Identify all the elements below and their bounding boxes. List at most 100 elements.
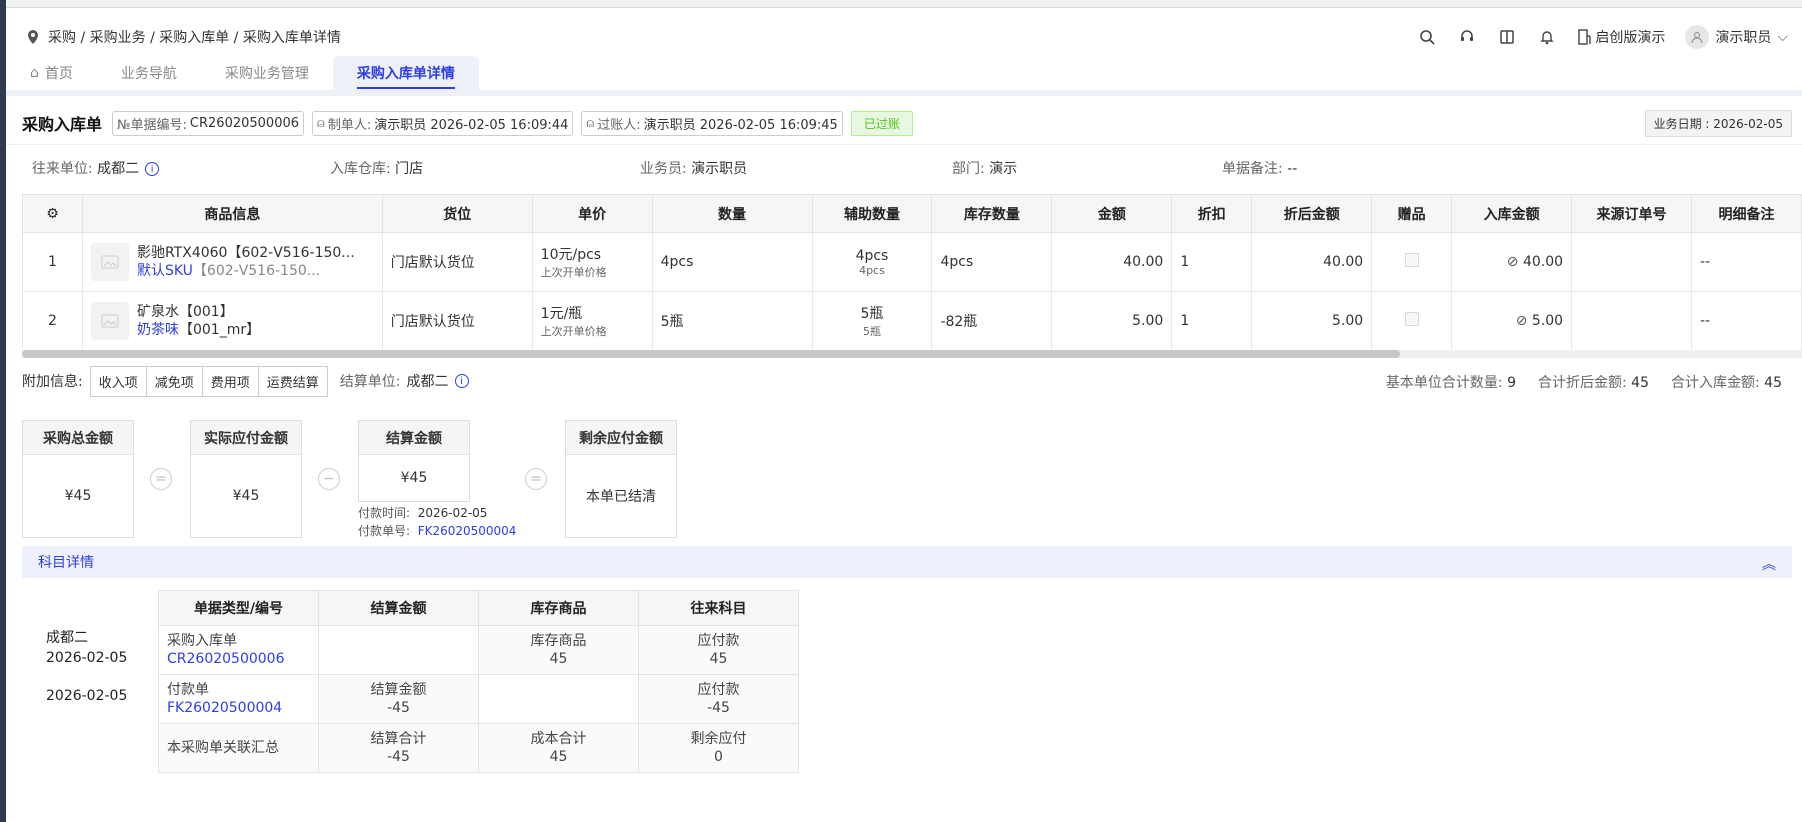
doc-no-link[interactable]: CR26020500006 [167, 650, 318, 668]
search-icon[interactable] [1417, 27, 1437, 47]
discount-cell: 1 [1171, 291, 1253, 351]
book-icon[interactable] [1497, 27, 1517, 47]
purchase-total-card: 采购总金额 ¥45 [22, 420, 134, 538]
browser-strip [0, 0, 1802, 8]
source-order-cell [1571, 291, 1692, 351]
minus-icon: − [318, 468, 340, 490]
eye-off-icon[interactable]: ⊘ [1507, 254, 1519, 270]
info-icon[interactable]: i [454, 374, 469, 388]
company-switcher[interactable]: 启创版演示 [1577, 27, 1665, 47]
bell-icon[interactable] [1537, 27, 1557, 47]
aux-qty-cell: 5瓶 5瓶 [811, 291, 933, 351]
remark-label: 单据备注: [1222, 161, 1283, 177]
discount-item-button[interactable]: 减免项 [145, 365, 203, 397]
gear-icon[interactable]: ⚙ [46, 206, 59, 222]
maker-label: 制单人: [327, 117, 372, 133]
total-in-amount: 合计入库金额: 45 [1671, 372, 1782, 392]
biz-date: 业务日期 : 2026-02-05 [1644, 110, 1792, 137]
payable-card: 实际应付金额 ¥45 [190, 420, 302, 538]
support-icon[interactable] [1457, 27, 1477, 47]
cell-value: -45 [387, 749, 410, 765]
tab-purchase-detail[interactable]: 采购入库单详情 [332, 56, 479, 90]
partner-name: 成都二 [46, 630, 88, 646]
total-value: 9 [1507, 375, 1516, 391]
warehouse-label: 入库仓库: [330, 161, 391, 177]
stock-cell: 成本合计 45 [478, 723, 639, 773]
remark-field: 单据备注: -- [1222, 158, 1297, 178]
gift-checkbox[interactable] [1404, 253, 1419, 267]
col-header: 明细备注 [1690, 194, 1802, 233]
poster-value: 演示职员 2026-02-05 16:09:45 [643, 117, 838, 133]
horizontal-scrollbar[interactable] [22, 350, 1802, 358]
tab-home[interactable]: ⌂ 首页 [6, 56, 97, 90]
status-badge: 已过账 [850, 110, 913, 136]
col-header: 赠品 [1371, 194, 1453, 233]
cell-label: 剩余应付 [690, 731, 747, 747]
remaining-card: 剩余应付金额 本单已结清 [565, 420, 677, 538]
dept-field: 部门: 演示 [952, 158, 1017, 178]
card-title: 结算金额 [359, 421, 469, 455]
home-icon: ⌂ [30, 65, 39, 81]
col-header: 数量 [651, 194, 813, 233]
tab-biz-nav[interactable]: 业务导航 [97, 56, 201, 90]
settle-unit-value: 成都二 [406, 374, 449, 390]
freight-settle-button[interactable]: 运费结算 [257, 365, 328, 397]
location-cell: 门店默认货位 [381, 291, 533, 351]
doc-no-link[interactable]: FK26020500004 [167, 699, 318, 717]
extra-button-group: 收入项 减免项 费用项 运费结算 [89, 365, 328, 397]
income-item-button[interactable]: 收入项 [89, 365, 147, 397]
price-note: 上次开单价格 [540, 266, 607, 279]
price-value: 10元/pcs [540, 247, 602, 263]
tab-label: 采购入库单详情 [356, 63, 455, 89]
col-header: 单价 [531, 194, 653, 233]
eye-off-icon[interactable]: ⊘ [1516, 313, 1528, 329]
warehouse-field: 入库仓库: 门店 [330, 158, 423, 178]
cell-value: 0 [714, 749, 723, 765]
pay-no-link[interactable]: FK26020500004 [418, 524, 517, 538]
tab-label: 业务导航 [120, 66, 177, 82]
gift-checkbox[interactable] [1404, 312, 1419, 326]
location-cell: 门店默认货位 [381, 232, 533, 292]
price-value: 1元/瓶 [540, 306, 583, 322]
collapse-icon[interactable]: ︽ [1762, 554, 1776, 574]
sku-link[interactable]: 奶茶味 [137, 322, 179, 338]
scrollbar-thumb[interactable] [22, 350, 1400, 358]
account-cell: 剩余应付 0 [638, 723, 799, 773]
amount-cell: 40.00 [1051, 232, 1173, 292]
col-header: 折后金额 [1251, 194, 1373, 233]
staff-field: 业务员: 演示职员 [640, 158, 747, 178]
info-icon[interactable]: i [145, 162, 160, 176]
subject-detail-header[interactable]: 科目详情 ︽ [22, 546, 1792, 578]
pay-time-value: 2026-02-05 [417, 506, 488, 520]
goods-name: 矿泉水【001】 [136, 304, 234, 320]
aux-qty: 5瓶 [860, 306, 884, 322]
expense-item-button[interactable]: 费用项 [201, 365, 259, 397]
location-pin-icon [28, 30, 38, 44]
col-header: 库存商品 [478, 590, 639, 626]
doc-number-label: №单据编号: [117, 117, 187, 133]
user-menu[interactable]: 演示职员 ⌵ [1685, 25, 1788, 49]
table-row: 本采购单关联汇总 结算合计 -45 成本合计 45 剩余应付 0 [158, 723, 799, 773]
goods-cell[interactable]: 矿泉水【001】 奶茶味【001_mr】 [81, 291, 383, 351]
settings-header[interactable]: ⚙ [22, 194, 83, 233]
card-title: 实际应付金额 [191, 421, 301, 455]
settle-card: 结算金额 ¥45 [358, 420, 470, 502]
doc-type-cell: 本采购单关联汇总 [158, 723, 319, 773]
tab-purchase-mgmt[interactable]: 采购业务管理 [201, 56, 333, 90]
total-label: 合计入库金额: [1671, 375, 1760, 391]
card-title: 采购总金额 [23, 421, 133, 455]
doc-number-chip: №单据编号: CR26020500006 [112, 110, 305, 136]
breadcrumb: 采购 / 采购业务 / 采购入库单 / 采购入库单详情 [26, 27, 341, 47]
tab-label: 首页 [44, 66, 73, 82]
sku-link[interactable]: 默认SKU [137, 263, 193, 279]
aux-qty: 4pcs [855, 247, 889, 264]
total-value: 45 [1631, 375, 1649, 391]
settle-cell: 结算合计 -45 [318, 723, 479, 773]
app-frame: 采购 / 采购业务 / 采购入库单 / 采购入库单详情 启创版演示 演示职员 ⌵… [0, 0, 1802, 822]
cell-label: 结算金额 [370, 682, 427, 698]
card-value: 本单已结清 [586, 489, 656, 505]
goods-cell[interactable]: 影驰RTX4060【602-V516-150... 默认SKU【602-V516-… [81, 232, 383, 292]
divider [6, 144, 1802, 145]
extra-info-row: 附加信息: 收入项 减免项 费用项 运费结算 结算单位: 成都二 i 基本单位合… [22, 365, 1792, 397]
doc-number: CR26020500006 [189, 115, 300, 131]
